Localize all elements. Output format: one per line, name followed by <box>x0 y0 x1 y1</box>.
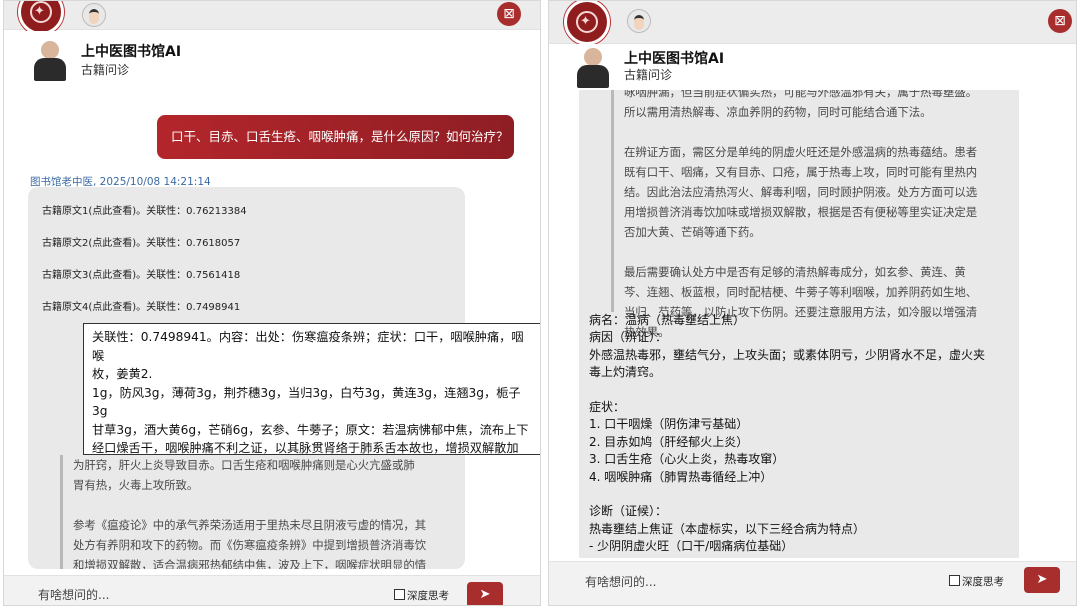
user-avatar[interactable] <box>82 3 106 27</box>
chat-header: 上中医图书馆AI 古籍问诊 <box>549 44 1076 90</box>
user-avatar[interactable] <box>627 9 651 33</box>
answer-text: 病名：温病（热毒壅结上焦） 病因（辨证）： 外感温热毒邪，壅结气分，上攻头面；或… <box>589 313 986 554</box>
app-title: 上中医图书馆AI <box>624 51 725 67</box>
reference-link[interactable]: 古籍原文3(点此查看)。关联性：0.7561418 <box>42 266 240 281</box>
close-icon[interactable]: ⊠ <box>1048 9 1072 33</box>
app-subtitle: 古籍问诊 <box>624 68 673 82</box>
close-icon[interactable]: ⊠ <box>497 2 521 26</box>
doctor-avatar <box>32 41 68 81</box>
deep-thinking-toggle[interactable]: 深度思考 <box>394 588 449 603</box>
reference-link[interactable]: 古籍原文4(点此查看)。关联性：0.7498941 <box>42 298 240 313</box>
bot-message-bubble: 咏咽肿漏，但当前症状偏实热，可能与外感温邪有关，属于热毒壅盛。 所以需用清热解毒… <box>579 90 1019 558</box>
reference-link[interactable]: 古籍原文1(点此查看)。关联性：0.76213384 <box>42 202 247 217</box>
checkbox[interactable] <box>394 589 405 600</box>
message-input[interactable]: 有啥想问的... <box>38 586 109 603</box>
right-chat-panel: ✦ ⊠ 上中医图书馆AI 古籍问诊 咏咽肿漏，但当前症状偏实热，可能与外感温邪有… <box>548 0 1077 606</box>
user-message-bubble: 口干、目赤、口舌生疮、咽喉肿痛，是什么原因？如何治疗？ <box>157 115 514 159</box>
top-bar: ✦ ⊠ <box>4 1 540 35</box>
university-seal-icon: ✦ <box>18 1 64 35</box>
send-button[interactable]: ➤ <box>467 582 503 605</box>
app-title: 上中医图书馆AI <box>81 44 182 60</box>
chat-header: 上中医图书馆AI 古籍问诊 <box>4 31 540 85</box>
university-seal-icon: ✦ <box>564 1 610 45</box>
reference-link[interactable]: 古籍原文2(点此查看)。关联性：0.7618057 <box>42 234 240 249</box>
left-chat-panel: ✦ ⊠ 上中医图书馆AI 古籍问诊 口干、目赤、口舌生疮、咽喉肿痛，是什么原因？… <box>3 0 541 606</box>
reasoning-quote: 为肝窍，肝火上炎导致目赤。口舌生疮和咽喉肿痛则是心火亢盛或肺 胃有热，火毒上攻所… <box>60 455 460 569</box>
reference-tooltip: 关联性：0.7498941。内容：出处：伤寒瘟疫条辨；症状：口干，咽喉肿痛，咽喉… <box>83 323 540 455</box>
input-bar: 有啥想问的... 深度思考 ➤ <box>549 561 1076 605</box>
top-bar: ✦ ⊠ <box>549 1 1076 45</box>
message-input[interactable]: 有啥想问的... <box>585 573 656 590</box>
app-subtitle: 古籍问诊 <box>81 63 130 77</box>
doctor-avatar <box>575 48 611 88</box>
reasoning-quote: 咏咽肿漏，但当前症状偏实热，可能与外感温邪有关，属于热毒壅盛。 所以需用清热解毒… <box>611 90 1011 339</box>
checkbox[interactable] <box>949 575 960 586</box>
send-button[interactable]: ➤ <box>1024 567 1060 593</box>
input-bar: 有啥想问的... 深度思考 ➤ <box>4 575 540 605</box>
deep-thinking-toggle[interactable]: 深度思考 <box>949 574 1004 589</box>
